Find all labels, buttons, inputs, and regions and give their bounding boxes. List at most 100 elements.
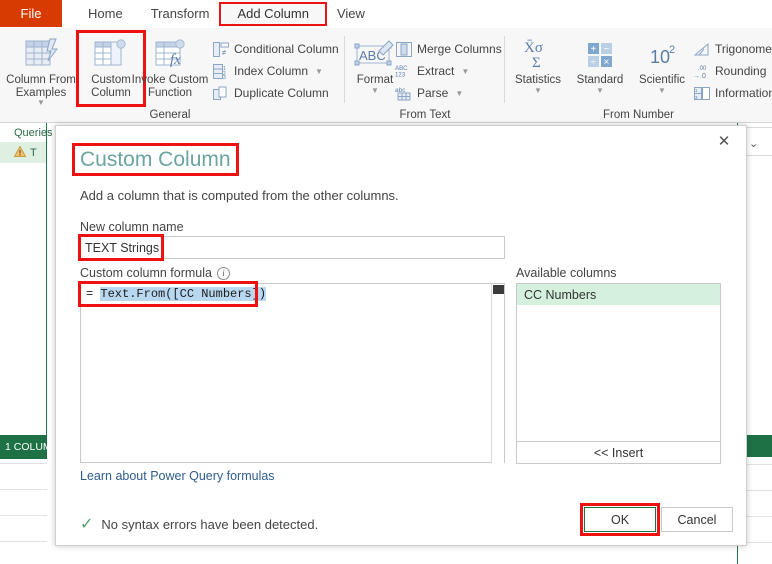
grid-line xyxy=(743,490,772,491)
duplicate-column-label: Duplicate Column xyxy=(234,86,329,100)
trigonometry-icon xyxy=(693,41,710,58)
new-column-name-input[interactable] xyxy=(80,236,505,259)
tab-home-label: Home xyxy=(88,6,123,21)
chevron-down-icon[interactable]: ▼ xyxy=(349,86,401,95)
ribbon: Column From Examples ▼ Custom Column fx … xyxy=(0,28,772,123)
column-from-examples-icon xyxy=(6,34,76,74)
svg-text:10: 10 xyxy=(650,47,670,67)
learn-power-query-formulas-link[interactable]: Learn about Power Query formulas xyxy=(80,469,275,483)
standard-button[interactable]: + − ÷ × Standard ▼ xyxy=(569,34,631,95)
chevron-down-icon[interactable]: ▼ xyxy=(6,99,76,107)
parse-label: Parse xyxy=(417,86,449,100)
trigonometry-label: Trigonometry xyxy=(715,42,772,56)
parse-button[interactable]: abc Parse ▼ xyxy=(395,82,463,104)
chevron-down-icon[interactable]: ▼ xyxy=(507,86,569,95)
grid-line xyxy=(743,464,772,465)
conditional-column-label: Conditional Column xyxy=(234,42,339,56)
ribbon-group-from-number: X̄σ Σ Statistics ▼ + − ÷ × Standard ▼ 10 2 xyxy=(505,28,772,123)
insert-button[interactable]: << Insert xyxy=(516,441,721,464)
available-columns-label: Available columns xyxy=(516,266,617,280)
merge-columns-icon xyxy=(395,41,412,58)
tab-file[interactable]: File xyxy=(0,0,62,27)
available-column-item[interactable]: CC Numbers xyxy=(517,284,720,305)
status-bar-right xyxy=(743,435,772,457)
tab-home[interactable]: Home xyxy=(74,0,137,27)
grid-line xyxy=(743,155,772,156)
svg-text:123: 123 xyxy=(395,72,406,79)
tab-view-label: View xyxy=(336,6,365,21)
chevron-down-icon[interactable]: ▼ xyxy=(461,67,469,76)
tab-transform-label: Transform xyxy=(150,6,210,21)
formula-scrollbar[interactable] xyxy=(491,284,504,464)
svg-text:Σ: Σ xyxy=(532,55,541,71)
status-bar: 1 COLUMN xyxy=(0,435,59,459)
close-icon[interactable]: ✕ xyxy=(710,130,738,152)
svg-text:≠: ≠ xyxy=(222,48,227,57)
extract-label: Extract xyxy=(417,64,455,78)
dialog-title: Custom Column xyxy=(72,143,239,176)
syntax-status: ✓ No syntax errors have been detected. xyxy=(80,514,318,534)
scientific-button[interactable]: 10 2 Scientific ▼ xyxy=(631,34,693,95)
available-columns-list[interactable]: CC Numbers xyxy=(516,283,721,458)
information-icon: 13 xyxy=(693,85,710,102)
standard-icon: + − ÷ × xyxy=(569,34,631,74)
ok-button[interactable]: OK xyxy=(584,507,656,532)
grid-line xyxy=(0,515,47,516)
extract-button[interactable]: ABC 123 Extract ▼ xyxy=(395,60,469,82)
tab-transform[interactable]: Transform xyxy=(137,0,224,27)
merge-columns-label: Merge Columns xyxy=(417,42,502,56)
dialog-subtitle: Add a column that is computed from the o… xyxy=(80,188,399,203)
query-list-item-label: T xyxy=(30,146,37,159)
invoke-custom-function-label-1: Invoke Custom xyxy=(131,74,209,86)
new-column-name-label: New column name xyxy=(80,220,184,234)
chevron-down-icon[interactable]: ⌄ xyxy=(749,137,758,150)
index-column-button[interactable]: 123 Index Column ▼ xyxy=(212,60,323,82)
merge-columns-button[interactable]: Merge Columns xyxy=(395,38,502,60)
rounding-button[interactable]: .00→.0 Rounding ▼ xyxy=(693,60,772,82)
ribbon-group-label-from-number: From Number xyxy=(603,109,674,121)
formula-scrollbar-thumb[interactable] xyxy=(493,285,504,294)
chevron-down-icon[interactable]: ▼ xyxy=(631,86,693,95)
grid-line xyxy=(743,516,772,517)
information-label: Information xyxy=(715,86,772,100)
formula-text: = Text.From([CC Numbers]) xyxy=(86,287,267,301)
svg-text:fx: fx xyxy=(170,52,181,68)
svg-text:×: × xyxy=(604,57,610,68)
ribbon-group-label-from-text: From Text xyxy=(399,109,451,121)
grid-line xyxy=(0,463,47,464)
format-button[interactable]: ABC Format ▼ xyxy=(349,34,401,95)
statistics-button[interactable]: X̄σ Σ Statistics ▼ xyxy=(507,34,569,95)
duplicate-column-button[interactable]: Duplicate Column xyxy=(212,82,329,104)
grid-line xyxy=(0,541,47,542)
column-from-examples-label-1: Column From xyxy=(6,74,76,86)
information-button[interactable]: 13 Information ▼ xyxy=(693,82,772,104)
info-icon[interactable]: i xyxy=(217,266,230,280)
column-from-examples-button[interactable]: Column From Examples ▼ xyxy=(6,34,76,107)
conditional-column-button[interactable]: ≠ Conditional Column xyxy=(212,38,339,60)
chevron-down-icon[interactable]: ▼ xyxy=(569,86,631,95)
query-list-item[interactable]: T xyxy=(0,142,46,163)
svg-text:.00: .00 xyxy=(698,66,707,72)
custom-column-formula-editor[interactable]: = Text.From([CC Numbers]) xyxy=(80,283,505,464)
ribbon-group-from-text: ABC Format ▼ Merge Columns ABC 123 Extrac… xyxy=(345,28,505,123)
chevron-down-icon[interactable]: ▼ xyxy=(315,67,323,76)
warning-icon xyxy=(13,144,27,160)
index-column-label: Index Column xyxy=(234,64,309,78)
grid-line xyxy=(0,489,47,490)
trigonometry-button[interactable]: Trigonometry ▼ xyxy=(693,38,772,60)
svg-text:−: − xyxy=(604,44,610,55)
conditional-column-icon: ≠ xyxy=(212,41,229,58)
chevron-down-icon[interactable]: ▼ xyxy=(455,89,463,98)
custom-column-formula-label-text: Custom column formula xyxy=(80,266,212,280)
svg-text:→.0: →.0 xyxy=(693,73,706,79)
tab-add-column[interactable]: Add Column xyxy=(219,0,327,27)
rounding-label: Rounding xyxy=(715,64,767,78)
ribbon-tab-bar: File Home Transform Add Column View xyxy=(0,0,772,28)
format-label: Format xyxy=(356,74,394,86)
cancel-button[interactable]: Cancel xyxy=(661,507,733,532)
invoke-custom-function-button[interactable]: fx Invoke Custom Function xyxy=(130,34,210,99)
statistics-label: Statistics xyxy=(514,74,561,86)
tab-view[interactable]: View xyxy=(323,0,379,27)
rounding-icon: .00 →.0 xyxy=(693,63,710,80)
invoke-custom-function-label-2: Function xyxy=(147,86,193,99)
